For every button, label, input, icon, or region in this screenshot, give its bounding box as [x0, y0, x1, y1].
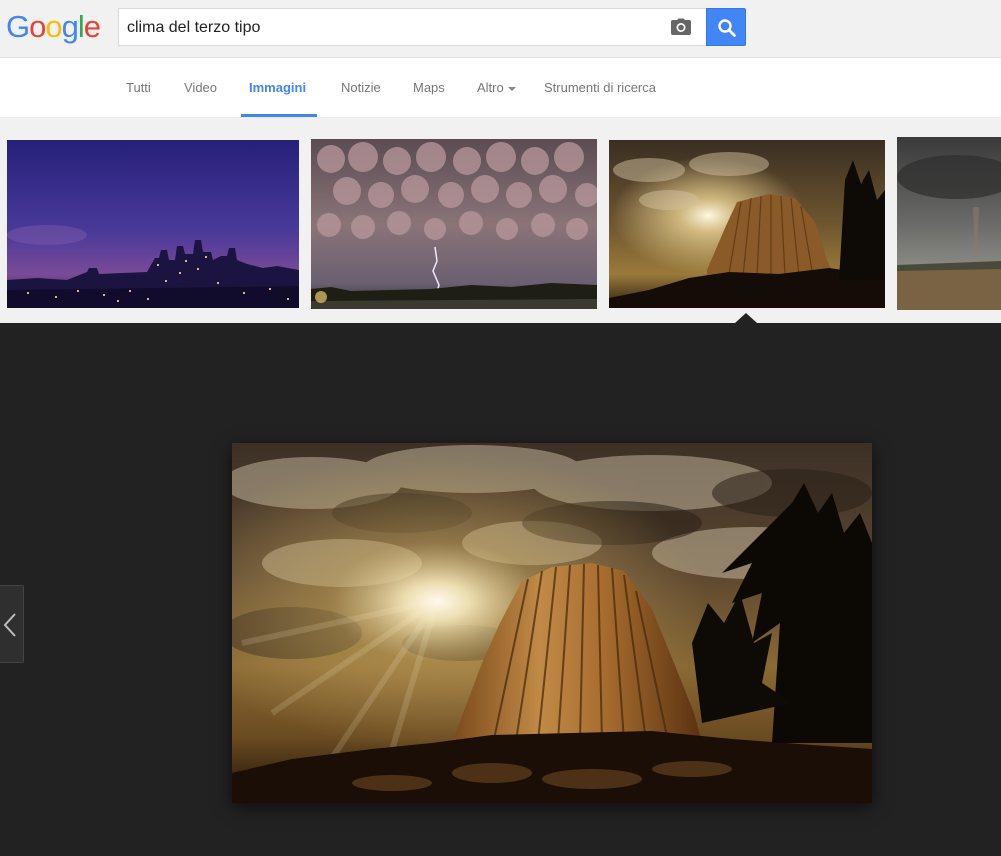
previous-image-button[interactable] — [0, 585, 24, 663]
chevron-left-icon — [3, 613, 16, 637]
image-thumbnail[interactable] — [897, 137, 1001, 310]
tab-notizie[interactable]: Notizie — [341, 80, 381, 95]
search-button[interactable] — [706, 8, 746, 46]
top-bar: Google — [0, 0, 1001, 58]
tab-immagini[interactable]: Immagini — [249, 80, 306, 95]
tab-maps[interactable]: Maps — [413, 80, 445, 95]
logo-letter: o — [29, 9, 46, 44]
image-thumbnail[interactable] — [7, 140, 299, 308]
nav-bar: Tutti Video Immagini Notizie Maps Altro … — [0, 58, 1001, 118]
logo-letter: G — [6, 9, 30, 44]
dropdown-caret-icon — [507, 86, 516, 91]
logo-letter: e — [83, 9, 101, 44]
selected-image-preview[interactable] — [222, 443, 872, 803]
active-tab-indicator — [241, 114, 317, 117]
image-viewer-panel — [0, 323, 1001, 856]
tab-altro-label: Altro — [477, 80, 504, 95]
search-box — [118, 8, 706, 46]
image-thumbnail-selected[interactable] — [609, 140, 885, 308]
search-input[interactable] — [127, 17, 647, 39]
google-logo[interactable]: Google — [6, 9, 101, 45]
image-results-strip — [0, 118, 1001, 323]
tab-strumenti-di-ricerca[interactable]: Strumenti di ricerca — [544, 80, 656, 95]
logo-letter: o — [45, 9, 62, 44]
image-thumbnail[interactable] — [311, 139, 597, 309]
tab-video[interactable]: Video — [184, 80, 217, 95]
logo-letter: g — [61, 9, 79, 44]
selected-thumbnail-pointer — [735, 313, 757, 323]
tab-tutti[interactable]: Tutti — [126, 80, 151, 95]
tab-altro[interactable]: Altro — [477, 80, 516, 95]
search-icon — [718, 19, 736, 37]
camera-icon[interactable] — [670, 18, 692, 36]
